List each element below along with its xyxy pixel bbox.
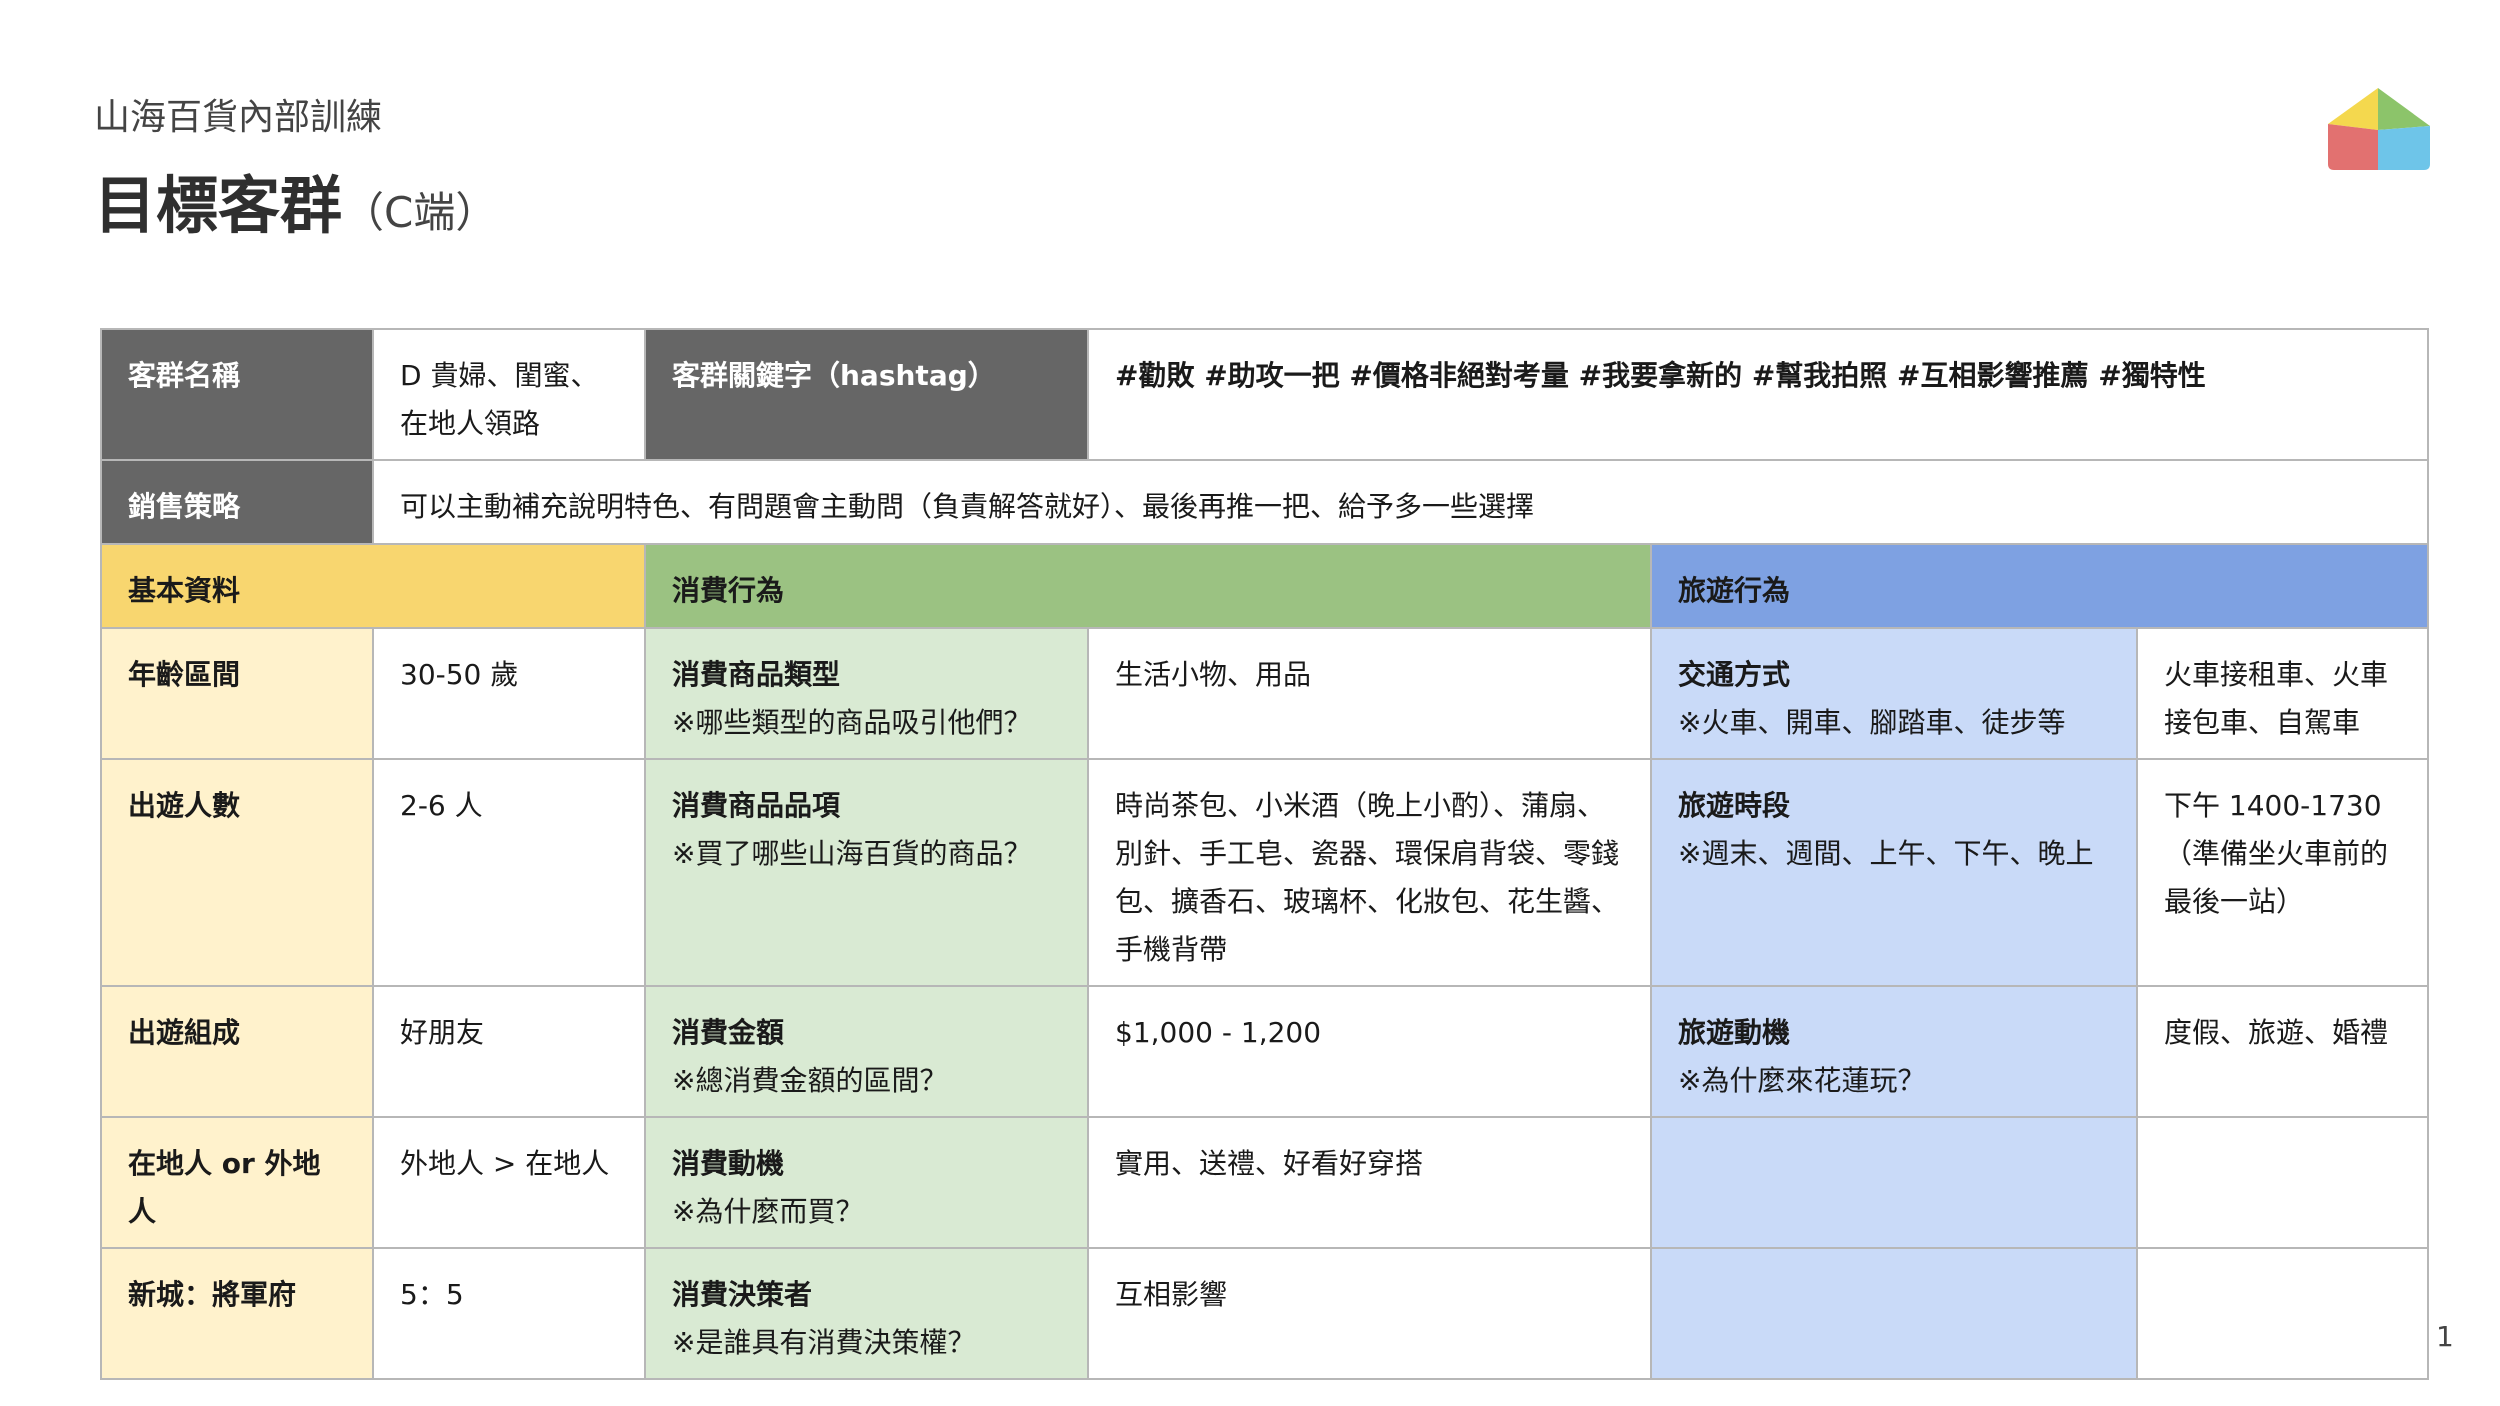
customer-segment-table: 客群名稱 D 貴婦、閨蜜、在地人領路 客群關鍵字（hashtag） #勸敗 #助… [100,328,2430,1380]
header-subtitle: 山海百貨內部訓練 [94,97,383,138]
spend-note: ※總消費金額的區間？ [672,1064,948,1097]
spend-value: 實用、送禮、好看好穿搭 [1087,1116,1652,1249]
spend-label: 消費金額 [672,1016,785,1049]
table-row: 基本資料 消費行為 旅遊行為 [100,543,2430,629]
basic-label: 在地人 or 外地人 [100,1116,374,1249]
spend-cell: 消費決策者 ※是誰具有消費決策權？ [644,1247,1089,1380]
section-spending-header: 消費行為 [644,543,1652,629]
strategy-value: 可以主動補充說明特色、有問題會主動問（負責解答就好）、最後再推一把、給予多一些選… [371,459,2430,545]
travel-label: 旅遊時段 [1678,789,1791,822]
table-row: 在地人 or 外地人 外地人 > 在地人 消費動機 ※為什麼而買？ 實用、送禮、好… [100,1116,2430,1249]
travel-note: ※為什麼來花蓮玩？ [1678,1064,1926,1097]
spend-cell: 消費商品品項 ※買了哪些山海百貨的商品？ [644,758,1089,987]
segment-name-label: 客群名稱 [100,328,374,461]
hashtag-value: #勸敗 #助攻一把 #價格非絕對考量 #我要拿新的 #幫我拍照 #互相影響推薦 … [1086,328,2430,461]
spend-label: 消費動機 [672,1147,785,1180]
logo-roof-green [2378,88,2430,130]
travel-cell: 交通方式 ※火車、開車、腳踏車、徒步等 [1650,627,2138,760]
travel-note: ※火車、開車、腳踏車、徒步等 [1678,706,2066,739]
travel-cell: 旅遊時段 ※週末、週間、上午、下午、晚上 [1650,758,2138,987]
spend-note: ※買了哪些山海百貨的商品？ [672,837,1032,870]
basic-value: 5：5 [372,1247,646,1380]
basic-label: 年齡區間 [100,627,374,760]
logo-base-blue [2378,126,2430,170]
spend-value: $1,000 - 1,200 [1087,985,1652,1118]
travel-value [2135,1247,2430,1380]
spend-note: ※哪些類型的商品吸引他們？ [672,706,1032,739]
travel-value: 下午 1400-1730（準備坐火車前的最後一站） [2135,758,2430,987]
title-suffix: （C端） [342,188,498,237]
basic-label: 新城：將軍府 [100,1247,374,1380]
basic-value: 2-6 人 [372,758,646,987]
travel-cell [1650,1247,2138,1380]
travel-label: 交通方式 [1678,658,1791,691]
spend-label: 消費商品品項 [672,789,841,822]
basic-label: 出遊人數 [100,758,374,987]
table-row: 年齡區間 30-50 歲 消費商品類型 ※哪些類型的商品吸引他們？ 生活小物、用品… [100,627,2430,760]
table-row: 出遊組成 好朋友 消費金額 ※總消費金額的區間？ $1,000 - 1,200 旅… [100,985,2430,1118]
travel-label: 旅遊動機 [1678,1016,1791,1049]
travel-value [2135,1116,2430,1249]
travel-value: 火車接租車、火車接包車、自駕車 [2135,627,2430,760]
basic-value: 外地人 > 在地人 [372,1116,646,1249]
travel-cell: 旅遊動機 ※為什麼來花蓮玩？ [1650,985,2138,1118]
table-row: 出遊人數 2-6 人 消費商品品項 ※買了哪些山海百貨的商品？ 時尚茶包、小米酒（… [100,758,2430,987]
basic-value: 30-50 歲 [372,627,646,760]
table-row: 新城：將軍府 5：5 消費決策者 ※是誰具有消費決策權？ 互相影響 [100,1247,2430,1380]
title-main: 目標客群 [94,169,343,242]
travel-value: 度假、旅遊、婚禮 [2135,985,2430,1118]
travel-cell [1650,1116,2138,1249]
spend-value: 時尚茶包、小米酒（晚上小酌）、蒲扇、別針、手工皂、瓷器、環保肩背袋、零錢包、擴香… [1087,758,1652,987]
spend-note: ※是誰具有消費決策權？ [672,1326,976,1359]
segment-name-value: D 貴婦、閨蜜、在地人領路 [372,328,646,461]
spend-cell: 消費金額 ※總消費金額的區間？ [644,985,1089,1118]
house-logo-icon [2328,88,2430,170]
spend-value: 互相影響 [1087,1247,1652,1380]
spend-cell: 消費動機 ※為什麼而買？ [644,1116,1089,1249]
hashtag-label: 客群關鍵字（hashtag） [644,328,1089,461]
travel-note: ※週末、週間、上午、下午、晚上 [1678,837,2094,870]
spend-label: 消費決策者 [672,1278,813,1311]
table-row: 客群名稱 D 貴婦、閨蜜、在地人領路 客群關鍵字（hashtag） #勸敗 #助… [100,328,2430,461]
logo-base-red [2328,124,2378,170]
strategy-label: 銷售策略 [100,459,374,545]
section-travel-header: 旅遊行為 [1649,543,2430,629]
spend-label: 消費商品類型 [672,658,841,691]
spend-note: ※為什麼而買？ [672,1195,864,1228]
page-title: 目標客群（C端） [94,155,497,245]
spend-value: 生活小物、用品 [1087,627,1652,760]
table-row: 銷售策略 可以主動補充說明特色、有問題會主動問（負責解答就好）、最後再推一把、給… [100,459,2430,545]
page-number: 1 [2436,1320,2454,1353]
spend-cell: 消費商品類型 ※哪些類型的商品吸引他們？ [644,627,1089,760]
basic-value: 好朋友 [372,985,646,1118]
section-basic-header: 基本資料 [100,543,646,629]
logo-roof-yellow [2328,88,2378,130]
basic-label: 出遊組成 [100,985,374,1118]
